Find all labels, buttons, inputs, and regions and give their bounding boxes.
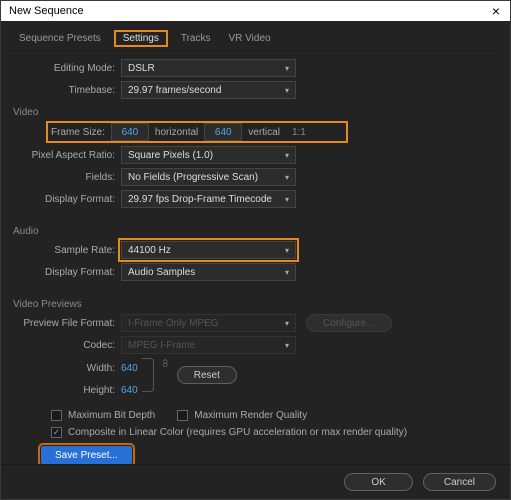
editing-mode-value: DSLR [128,63,155,74]
display-format-v-label: Display Format: [11,194,121,205]
video-previews-section-label: Video Previews [13,299,500,310]
preview-width-label: Width: [11,363,121,374]
tab-vr-video[interactable]: VR Video [225,31,275,46]
link-icon[interactable]: 𝟾 [162,358,169,371]
preview-width-input[interactable]: 640 [121,363,138,374]
codec-dropdown: MPEG I-Frame ▾ [121,336,296,354]
pixel-aspect-dropdown[interactable]: Square Pixels (1.0) ▾ [121,146,296,164]
cancel-button[interactable]: Cancel [423,473,496,491]
fields-dropdown[interactable]: No Fields (Progressive Scan) ▾ [121,168,296,186]
chevron-down-icon: ▾ [285,341,289,350]
chevron-down-icon: ▾ [285,86,289,95]
horizontal-label: horizontal [149,127,204,138]
display-format-v-value: 29.97 fps Drop-Frame Timecode [128,194,272,205]
max-render-checkbox[interactable] [177,410,188,421]
composite-linear-checkbox[interactable]: ✓ [51,427,62,438]
preview-height-input[interactable]: 640 [121,385,138,396]
window-title: New Sequence [9,5,84,17]
aspect-value: 1:1 [286,127,312,138]
frame-size-label: Frame Size: [51,127,111,138]
max-render-label: Maximum Render Quality [194,410,307,421]
preview-file-format-label: Preview File Format: [11,318,121,329]
preview-file-format-value: I-Frame Only MPEG [128,318,219,329]
pixel-aspect-value: Square Pixels (1.0) [128,150,213,161]
ok-button[interactable]: OK [344,473,412,491]
tab-sequence-presets[interactable]: Sequence Presets [15,31,105,46]
display-format-a-label: Display Format: [11,267,121,278]
display-format-v-dropdown[interactable]: 29.97 fps Drop-Frame Timecode ▾ [121,190,296,208]
display-format-a-value: Audio Samples [128,267,195,278]
chevron-down-icon: ▾ [285,268,289,277]
preview-height-label: Height: [11,385,121,396]
sample-rate-label: Sample Rate: [11,245,121,256]
reset-button[interactable]: Reset [177,366,237,384]
codec-label: Codec: [11,340,121,351]
timebase-value: 29.97 frames/second [128,85,221,96]
dialog-footer: OK Cancel [1,464,510,499]
close-icon[interactable]: × [486,3,506,19]
max-bit-depth-label: Maximum Bit Depth [68,410,155,421]
display-format-a-dropdown[interactable]: Audio Samples ▾ [121,263,296,281]
timebase-label: Timebase: [11,85,121,96]
chevron-down-icon: ▾ [285,64,289,73]
new-sequence-dialog: New Sequence × Sequence Presets Settings… [0,0,511,500]
titlebar: New Sequence × [1,1,510,21]
frame-height-input[interactable]: 640 [204,123,242,141]
chevron-down-icon: ▾ [285,195,289,204]
tab-bar: Sequence Presets Settings Tracks VR Vide… [11,29,500,51]
editing-mode-label: Editing Mode: [11,63,121,74]
chevron-down-icon: ▾ [285,246,289,255]
tab-settings[interactable]: Settings [115,31,167,46]
codec-value: MPEG I-Frame [128,340,195,351]
timebase-dropdown[interactable]: 29.97 frames/second ▾ [121,81,296,99]
chevron-down-icon: ▾ [285,151,289,160]
frame-width-input[interactable]: 640 [111,123,149,141]
sample-rate-dropdown[interactable]: 44100 Hz ▾ [121,241,296,259]
pixel-aspect-label: Pixel Aspect Ratio: [11,150,121,161]
max-bit-depth-checkbox[interactable] [51,410,62,421]
preview-file-format-dropdown: I-Frame Only MPEG ▾ [121,314,296,332]
audio-section-label: Audio [13,226,500,237]
tab-tracks[interactable]: Tracks [177,31,215,46]
composite-linear-label: Composite in Linear Color (requires GPU … [68,427,407,438]
chevron-down-icon: ▾ [285,173,289,182]
fields-value: No Fields (Progressive Scan) [128,172,258,183]
video-section-label: Video [13,107,500,118]
save-preset-button[interactable]: Save Preset... [41,446,132,464]
dimension-bracket [142,358,154,392]
fields-label: Fields: [11,172,121,183]
chevron-down-icon: ▾ [285,319,289,328]
editing-mode-dropdown[interactable]: DSLR ▾ [121,59,296,77]
sample-rate-value: 44100 Hz [128,245,171,256]
configure-button: Configure... [306,314,392,332]
vertical-label: vertical [242,127,286,138]
frame-size-row: Frame Size: 640 horizontal 640 vertical … [47,122,347,142]
